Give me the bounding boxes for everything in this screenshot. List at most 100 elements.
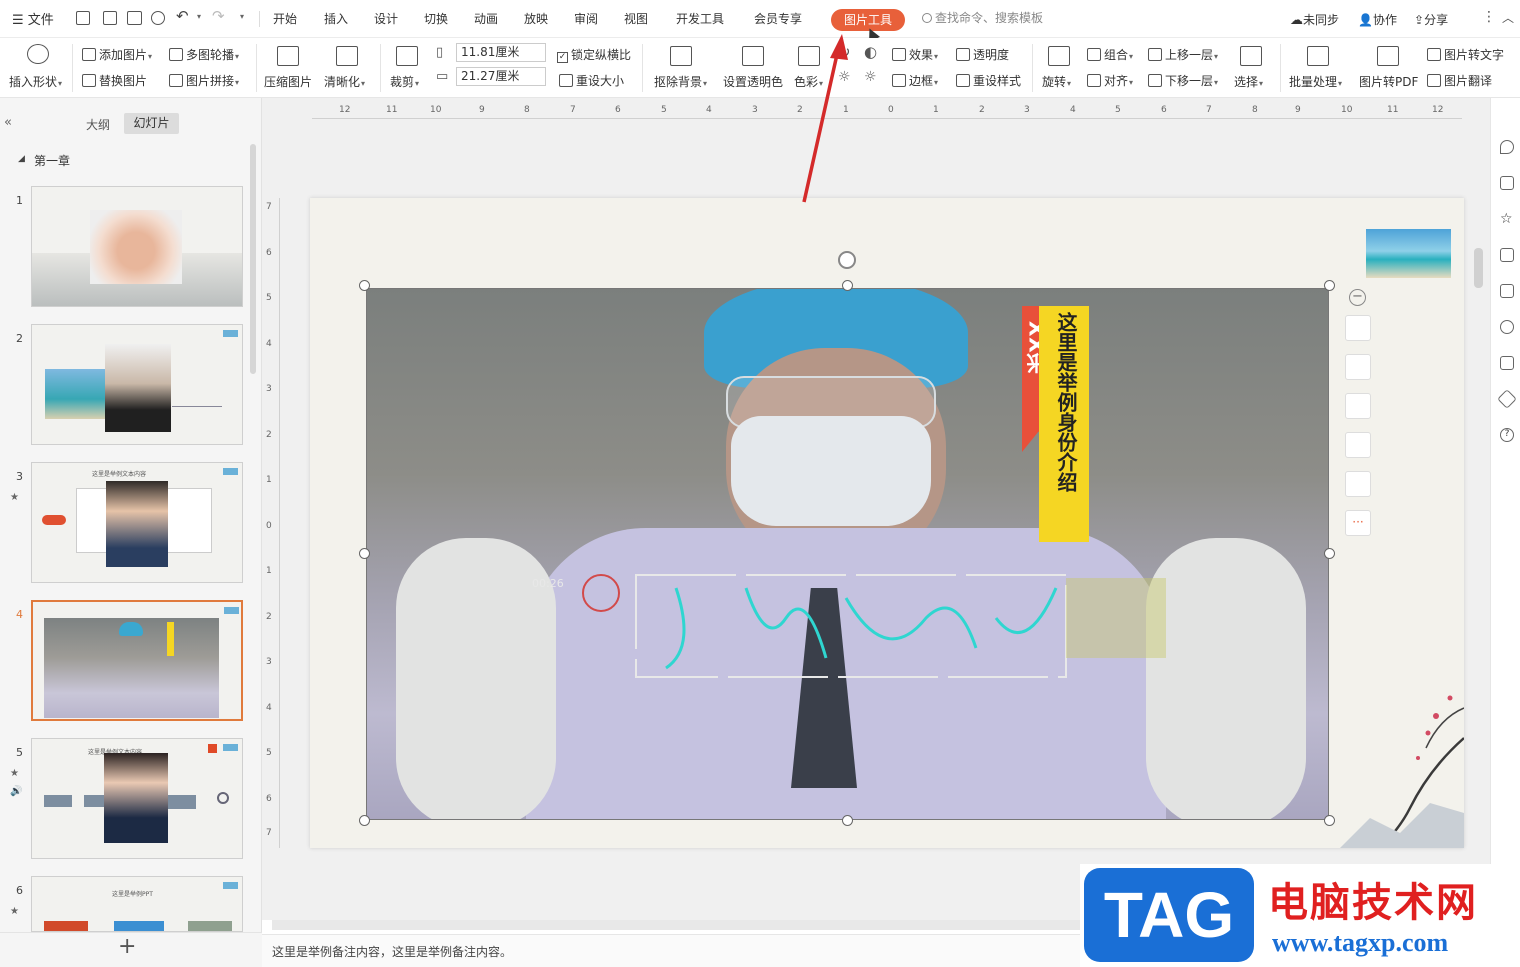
- convert-icon[interactable]: [1345, 471, 1371, 497]
- rotate-button[interactable]: 旋转▾: [1042, 73, 1071, 90]
- tab-slides[interactable]: 幻灯片: [124, 113, 179, 134]
- resize-handle[interactable]: [359, 280, 370, 291]
- location-icon[interactable]: [1500, 320, 1514, 334]
- redo-icon[interactable]: ↷: [212, 7, 225, 25]
- image-icon[interactable]: [1500, 284, 1514, 298]
- add-slide-button[interactable]: +: [118, 934, 136, 959]
- tab-home[interactable]: 开始: [273, 10, 297, 27]
- border-button[interactable]: 边框▾: [892, 72, 938, 89]
- crop-button[interactable]: 裁剪▾: [390, 73, 419, 90]
- comment-icon[interactable]: [1500, 248, 1514, 262]
- tab-view[interactable]: 视图: [624, 10, 648, 27]
- star-icon[interactable]: ☆: [1500, 212, 1514, 226]
- preview-icon[interactable]: [151, 11, 165, 25]
- file-menu[interactable]: ☰ 文件: [12, 9, 54, 28]
- slide-thumbnail-3[interactable]: 这里是举例文本内容: [31, 462, 243, 583]
- panel-scrollbar[interactable]: [250, 144, 256, 374]
- collab-button[interactable]: 👤协作: [1358, 11, 1397, 28]
- group-button[interactable]: 组合▾: [1087, 46, 1133, 63]
- slide-thumbnail-2[interactable]: [31, 324, 243, 445]
- search-box[interactable]: 查找命令、搜索模板: [922, 9, 1043, 26]
- slide-thumbnail-1[interactable]: [31, 186, 243, 307]
- doctor-picture[interactable]: 00:26: [366, 288, 1329, 820]
- bring-forward-button[interactable]: 上移一层▾: [1148, 46, 1218, 63]
- settings-sliders-icon[interactable]: [1500, 176, 1514, 190]
- tab-slideshow[interactable]: 放映: [524, 10, 548, 27]
- transparency-button[interactable]: 透明度: [956, 46, 1009, 63]
- compress-button[interactable]: 压缩图片: [264, 73, 312, 90]
- customize-dropdown-icon[interactable]: ▾: [240, 12, 244, 21]
- reset-size-button[interactable]: 重设大小: [559, 72, 624, 89]
- tab-design[interactable]: 设计: [374, 10, 398, 27]
- tab-picture-tools[interactable]: 图片工具: [831, 9, 905, 31]
- sharpen-button[interactable]: 清晰化▾: [324, 73, 365, 90]
- slide-4[interactable]: 00:26 张XX 这里是举例身份介绍: [310, 198, 1465, 849]
- send-backward-button[interactable]: 下移一层▾: [1148, 72, 1218, 89]
- help-icon[interactable]: ?: [1500, 428, 1514, 442]
- chapter-title[interactable]: 第一章: [34, 152, 70, 169]
- batch-button[interactable]: 批量处理▾: [1289, 73, 1342, 90]
- resize-handle[interactable]: [842, 815, 853, 826]
- slide-thumbnail-4-selected[interactable]: [31, 600, 243, 721]
- chapter-collapse-icon[interactable]: ◢: [18, 154, 25, 164]
- resize-handle[interactable]: [1324, 815, 1335, 826]
- tab-insert[interactable]: 插入: [324, 10, 348, 27]
- tab-transition[interactable]: 切换: [424, 10, 448, 27]
- multi-carousel-button[interactable]: 多图轮播▾: [169, 46, 239, 63]
- remove-bg-button[interactable]: 抠除背景▾: [654, 73, 707, 90]
- add-picture-button[interactable]: 添加图片▾: [82, 46, 152, 63]
- bulb-icon[interactable]: [1345, 432, 1371, 458]
- beach-image[interactable]: [1366, 229, 1451, 278]
- more-options-icon[interactable]: ⋮: [1482, 9, 1496, 25]
- lock-ratio-checkbox[interactable]: ✓ 锁定纵横比: [557, 46, 631, 63]
- resize-handle[interactable]: [359, 548, 370, 559]
- slide-thumbnail-6[interactable]: 这里是举例PPT: [31, 876, 243, 932]
- resize-handle[interactable]: [1324, 548, 1335, 559]
- sync-status[interactable]: ☁未同步: [1290, 11, 1339, 28]
- rotate-handle-icon[interactable]: [838, 251, 856, 269]
- print-icon[interactable]: [127, 11, 142, 25]
- more-icon[interactable]: ···: [1345, 510, 1371, 536]
- slide-thumbnail-5[interactable]: 这里是举例文本内容: [31, 738, 243, 859]
- tab-outline[interactable]: 大纲: [86, 116, 110, 133]
- select-button[interactable]: 选择▾: [1234, 73, 1263, 90]
- tab-developer[interactable]: 开发工具: [676, 10, 724, 27]
- tab-member[interactable]: 会员专享: [754, 10, 802, 27]
- reset-style-button[interactable]: 重设样式: [956, 72, 1021, 89]
- width-input[interactable]: 21.27厘米: [456, 67, 546, 86]
- cube-icon[interactable]: [1497, 389, 1517, 409]
- resize-handle[interactable]: [1324, 280, 1335, 291]
- set-transparent-button[interactable]: 设置透明色: [723, 73, 783, 90]
- resize-handle[interactable]: [842, 280, 853, 291]
- replace-picture-button[interactable]: 替换图片: [82, 72, 147, 89]
- save-icon[interactable]: [76, 11, 90, 25]
- collapse-ribbon-icon[interactable]: ︿: [1502, 9, 1514, 26]
- to-pdf-button[interactable]: 图片转PDF: [1359, 73, 1418, 90]
- align-button[interactable]: 对齐▾: [1087, 72, 1133, 89]
- book-icon[interactable]: [1500, 356, 1514, 370]
- zoom-icon[interactable]: [1345, 354, 1371, 380]
- export-icon[interactable]: [103, 11, 117, 25]
- contrast-icon[interactable]: ◐: [864, 43, 877, 61]
- resize-handle[interactable]: [359, 815, 370, 826]
- id-intro-text[interactable]: 这里是举例身份介绍: [1054, 312, 1078, 492]
- tab-review[interactable]: 审阅: [574, 10, 598, 27]
- brightness-down-icon[interactable]: ☼: [864, 69, 877, 85]
- undo-dropdown-icon[interactable]: ▾: [197, 12, 201, 21]
- height-input[interactable]: 11.81厘米: [456, 43, 546, 62]
- zoom-out-icon[interactable]: −: [1349, 289, 1366, 306]
- crop-icon[interactable]: [1345, 393, 1371, 419]
- undo-icon[interactable]: ↶: [176, 7, 189, 25]
- effect-button[interactable]: 效果▾: [892, 46, 938, 63]
- tab-animation[interactable]: 动画: [474, 10, 498, 27]
- collapse-panel-icon[interactable]: «: [4, 115, 12, 130]
- rocket-icon[interactable]: [1500, 140, 1514, 154]
- vertical-scrollbar[interactable]: [1474, 248, 1483, 288]
- to-text-button[interactable]: 图片转文字: [1427, 46, 1504, 63]
- notes-text[interactable]: 这里是举例备注内容，这里是举例备注内容。: [272, 943, 512, 960]
- layers-icon[interactable]: [1345, 315, 1371, 341]
- insert-shape-button[interactable]: 插入形状▾: [9, 73, 62, 90]
- translate-button[interactable]: 图片翻译: [1427, 72, 1492, 89]
- share-button[interactable]: ⇪分享: [1414, 11, 1448, 28]
- picture-collage-button[interactable]: 图片拼接▾: [169, 72, 239, 89]
